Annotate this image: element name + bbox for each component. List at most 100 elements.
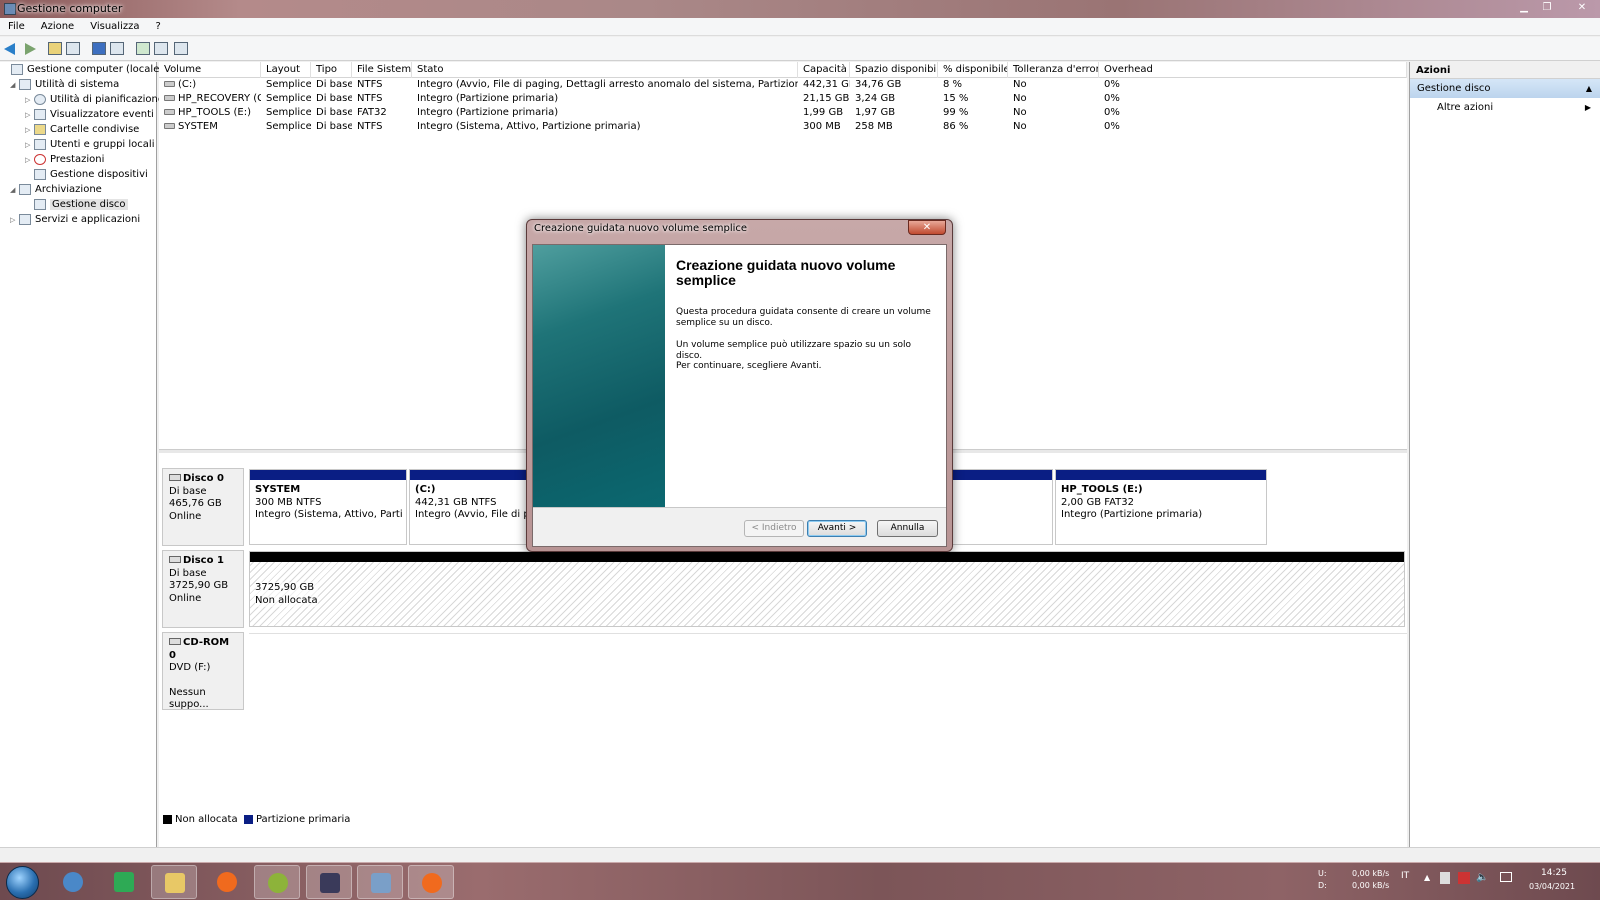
column-header-perc[interactable]: % disponibile (938, 62, 1008, 78)
clock-time[interactable]: 14:25 (1541, 868, 1567, 878)
taskbar-explorer[interactable] (151, 865, 197, 899)
tree-twisty[interactable]: ◢ (10, 183, 19, 197)
tree-item-label: Utilità di pianificazione (50, 94, 165, 105)
volume-row[interactable]: HP_TOOLS (E:) Semplice Di base FAT32 Int… (159, 106, 1407, 120)
menu-file[interactable]: File (0, 18, 33, 36)
close-button[interactable]: ✕ (1568, 0, 1596, 16)
volume-row[interactable]: SYSTEM Semplice Di base NTFS Integro (Si… (159, 120, 1407, 134)
taskbar-app-q[interactable] (254, 865, 300, 899)
volume-layout: Semplice (266, 93, 311, 104)
tree-item-gestione-disco[interactable]: Gestione disco (25, 198, 128, 212)
taskbar-wifi-app[interactable] (50, 865, 96, 899)
tree-item-label: Gestione dispositivi (50, 169, 148, 180)
column-header-stato[interactable]: Stato (412, 62, 798, 78)
refresh-icon (136, 42, 150, 55)
column-header-tipo[interactable]: Tipo (311, 62, 352, 78)
actions-section-label: Gestione disco (1417, 83, 1491, 94)
column-header-tolleranza[interactable]: Tolleranza d'errore (1008, 62, 1099, 78)
dialog-body: Creazione guidata nuovo volume semplice … (532, 244, 947, 547)
tree-item-pianificazione[interactable]: ▷ Utilità di pianificazione (25, 93, 164, 107)
tree-item-prestazioni[interactable]: ▷ Prestazioni (25, 153, 104, 167)
tree-item-dispositivi[interactable]: Gestione dispositivi (25, 168, 148, 182)
tree-twisty[interactable]: ◢ (10, 78, 19, 92)
volume-tipo: Di base (316, 79, 352, 90)
altre-azioni-item[interactable]: Altre azioni ▶ (1410, 98, 1600, 118)
tree-twisty[interactable]: ▷ (25, 108, 34, 122)
help-button[interactable] (92, 41, 108, 57)
tree-item-servizi[interactable]: ▷ Servizi e applicazioni (10, 213, 140, 227)
volume-tipo: Di base (316, 107, 352, 118)
taskbar-computer-management[interactable] (357, 865, 403, 899)
column-header-capacita[interactable]: Capacità (798, 62, 850, 78)
volume-row[interactable]: (C:) Semplice Di base NTFS Integro (Avvi… (159, 78, 1407, 92)
clock-icon (34, 93, 46, 105)
taskbar-firefox[interactable] (204, 865, 250, 899)
collapse-icon: ▲ (1585, 84, 1592, 93)
column-header-layout[interactable]: Layout (261, 62, 311, 78)
menu-visualizza[interactable]: Visualizza (82, 18, 147, 36)
disk-0-label[interactable]: Disco 0 Di base 465,76 GB Online (162, 468, 244, 546)
column-header-file-sistema[interactable]: File Sistema (352, 62, 412, 78)
disk-settings-button[interactable] (174, 41, 190, 57)
volume-icon[interactable]: 🔈 (1476, 872, 1488, 883)
volume-stato: Integro (Partizione primaria) (417, 93, 559, 104)
tree-item-eventi[interactable]: ▷ Visualizzatore eventi (25, 108, 154, 122)
volume-row[interactable]: HP_RECOVERY (G:) Semplice Di base NTFS I… (159, 92, 1407, 106)
device-manager-icon (34, 168, 46, 180)
next-button[interactable]: Avanti > (807, 520, 867, 537)
show-hidden-icons-button[interactable]: ▲ (1424, 873, 1430, 882)
actions-section-gestione-disco[interactable]: Gestione disco ▲ (1410, 79, 1600, 98)
device-icon[interactable] (1440, 872, 1450, 884)
tree-twisty[interactable]: ▷ (25, 138, 34, 152)
taskbar-film-app[interactable] (306, 865, 352, 899)
tree-item-cartelle[interactable]: ▷ Cartelle condivise (25, 123, 139, 137)
taskbar-stocks-app[interactable] (101, 865, 147, 899)
tree-item-utenti[interactable]: ▷ Utenti e gruppi locali (25, 138, 154, 152)
tree-twisty[interactable]: ▷ (25, 153, 34, 167)
unallocated-space[interactable]: 3725,90 GB Non allocata (249, 551, 1405, 627)
show-hide-tree-button[interactable] (66, 41, 82, 57)
volume-layout: Semplice (266, 121, 311, 132)
clock-date[interactable]: 03/04/2021 (1529, 882, 1575, 891)
disk-type: Di base (169, 485, 207, 497)
forward-button[interactable] (22, 41, 38, 57)
column-header-spazio[interactable]: Spazio disponibile (850, 62, 938, 78)
maximize-button[interactable]: ❐ (1537, 0, 1557, 16)
properties-button[interactable] (154, 41, 170, 57)
network-icon[interactable] (1500, 872, 1512, 882)
tree-twisty[interactable]: ▷ (10, 213, 19, 227)
column-header-volume[interactable]: Volume (159, 62, 261, 78)
tree-item-archiviazione[interactable]: ◢ Archiviazione (10, 183, 102, 197)
menu-help[interactable]: ? (147, 18, 168, 36)
partition-size: 300 MB NTFS (255, 496, 322, 508)
cdrom-0-label[interactable]: CD-ROM 0 DVD (F:) Nessun suppo... (162, 632, 244, 710)
menu-azione[interactable]: Azione (33, 18, 82, 36)
action-center-icon[interactable] (1458, 872, 1470, 884)
start-button[interactable] (6, 866, 39, 899)
language-indicator[interactable]: IT (1401, 871, 1409, 881)
tree-twisty[interactable]: ▷ (25, 93, 34, 107)
tree-item-label: Servizi e applicazioni (35, 214, 141, 225)
tree-item-gestione-computer[interactable]: Gestione computer (locale) (2, 63, 163, 77)
column-header-overhead[interactable]: Overhead (1099, 62, 1407, 78)
shared-folder-icon (34, 123, 46, 135)
cancel-button[interactable]: Annulla (877, 520, 938, 537)
partition-system[interactable]: SYSTEM 300 MB NTFS Integro (Sistema, Attiv… (249, 469, 407, 545)
back-button-wizard[interactable]: < Indietro (744, 520, 804, 537)
up-folder-button[interactable] (48, 41, 64, 57)
volume-overhead: 0% (1104, 79, 1120, 90)
refresh-button[interactable] (136, 41, 152, 57)
taskbar-firefox-2[interactable] (408, 865, 454, 899)
back-button[interactable] (4, 41, 20, 57)
tree-item-label: Utilità di sistema (35, 79, 120, 90)
show-action-pane-button[interactable] (110, 41, 126, 57)
tree-item-label: Prestazioni (50, 154, 105, 165)
tree-item-utilita-sistema[interactable]: ◢ Utilità di sistema (10, 78, 119, 92)
tree-twisty[interactable]: ▷ (25, 123, 34, 137)
dialog-close-button[interactable]: ✕ (908, 220, 946, 235)
computer-icon (11, 63, 23, 75)
minimize-button[interactable]: ▁ (1514, 0, 1534, 16)
cdrom-icon (169, 638, 181, 645)
disk-1-label[interactable]: Disco 1 Di base 3725,90 GB Online (162, 550, 244, 628)
partition-hp-tools[interactable]: HP_TOOLS (E:) 2,00 GB FAT32 Integro (Parti… (1055, 469, 1267, 545)
